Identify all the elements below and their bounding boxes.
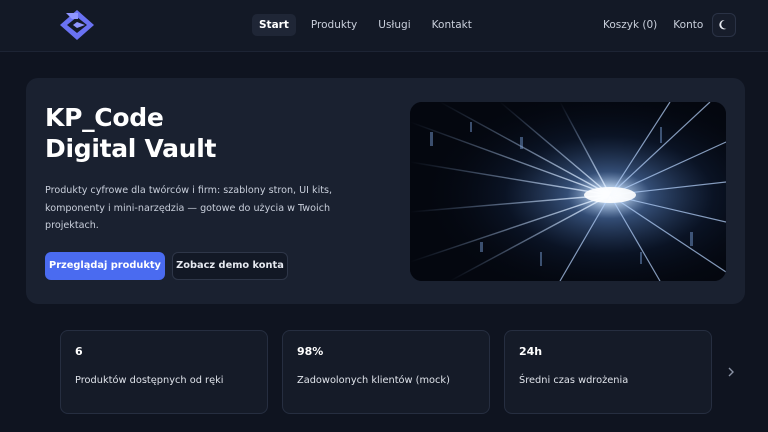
user-nav: Koszyk (0) Konto (596, 14, 703, 36)
cart-link[interactable]: Koszyk (0) (596, 14, 657, 36)
stat-label: Produktów dostępnych od ręki (75, 375, 224, 386)
hero-title: KP_Code Digital Vault (45, 102, 216, 164)
hero-title-line2: Digital Vault (45, 134, 217, 163)
stat-value: 24h (519, 345, 543, 358)
stat-value: 98% (297, 345, 324, 358)
account-demo-button[interactable]: Zobacz demo konta (172, 252, 288, 280)
stat-value: 6 (75, 345, 83, 358)
stat-card-deployment: 24h Średni czas wdrożenia (504, 330, 712, 414)
chevron-right-icon (728, 367, 734, 377)
kp-code-logo[interactable] (58, 8, 96, 42)
nav-kontakt[interactable]: Kontakt (425, 14, 479, 36)
hero-title-line1: KP_Code (45, 103, 164, 132)
stat-label: Zadowolonych klientów (mock) (297, 375, 450, 386)
moon-icon (719, 20, 727, 30)
stat-card-products: 6 Produktów dostępnych od ręki (60, 330, 268, 414)
hero-description: Produkty cyfrowe dla twórców i firm: sza… (45, 185, 333, 231)
main-nav: Start Produkty Usługi Kontakt (252, 14, 479, 36)
nav-produkty[interactable]: Produkty (304, 14, 364, 36)
stat-card-satisfaction: 98% Zadowolonych klientów (mock) (282, 330, 490, 414)
account-link[interactable]: Konto (673, 14, 703, 36)
stat-label: Średni czas wdrożenia (519, 375, 629, 386)
nav-uslugi[interactable]: Usługi (371, 14, 417, 36)
theme-toggle-button[interactable] (712, 13, 736, 37)
carousel-next-button[interactable] (724, 364, 738, 380)
digital-light-tunnel-image (410, 102, 726, 281)
browse-products-button[interactable]: Przeglądaj produkty (45, 252, 165, 280)
nav-start[interactable]: Start (252, 14, 296, 36)
top-navigation-bar: Start Produkty Usługi Kontakt Koszyk (0)… (0, 0, 768, 52)
